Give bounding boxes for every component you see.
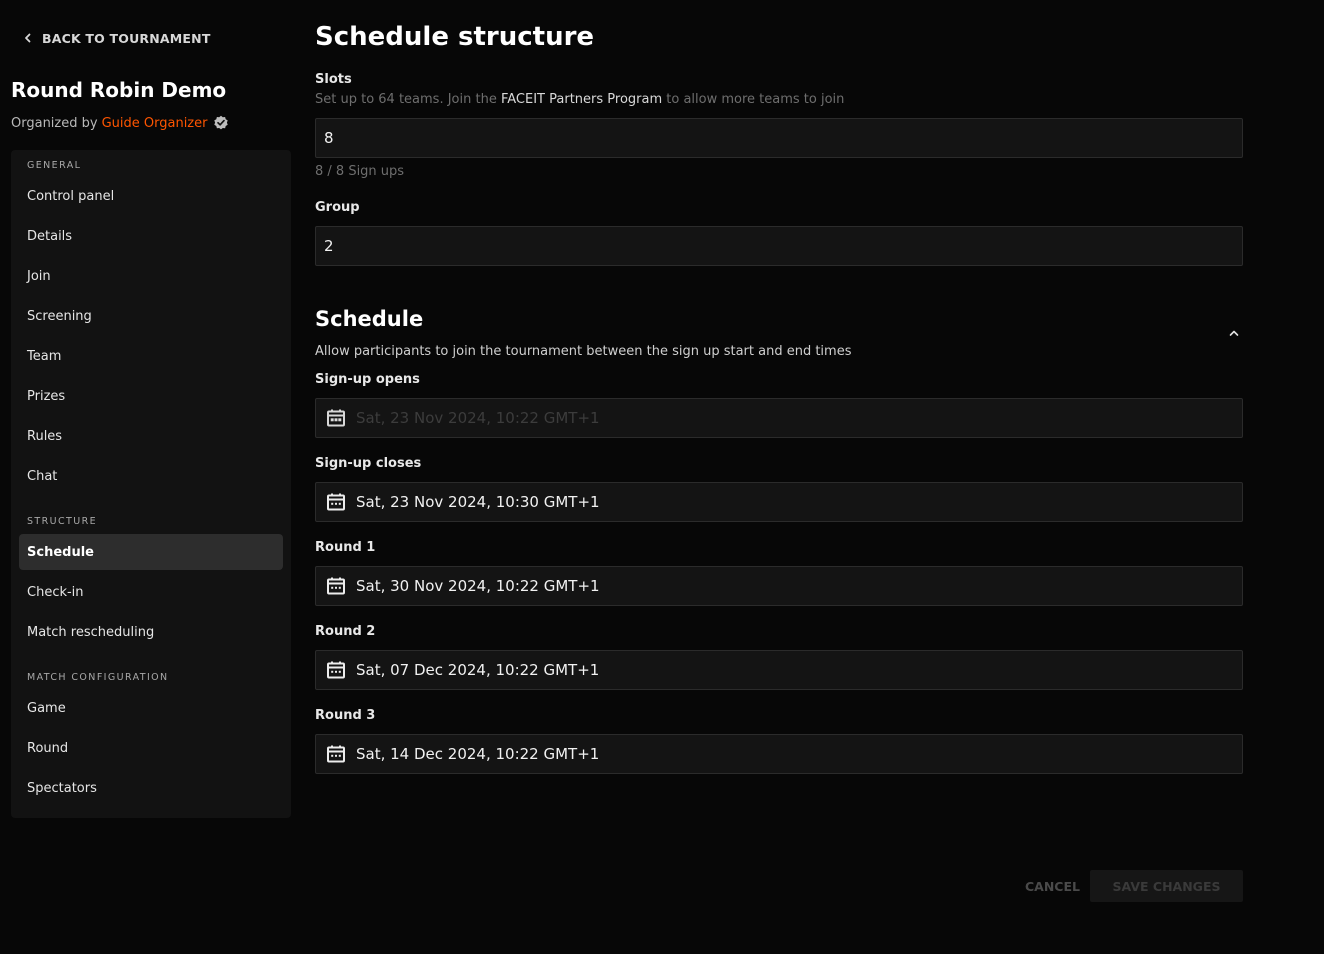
round-2-value: Sat, 07 Dec 2024, 10:22 GMT+1 bbox=[356, 661, 600, 679]
round-1-field[interactable]: Sat, 30 Nov 2024, 10:22 GMT+1 bbox=[315, 566, 1243, 606]
round-3-label: Round 3 bbox=[315, 708, 376, 723]
sidebar-item-rules[interactable]: Rules bbox=[19, 418, 283, 454]
back-link-label: BACK TO TOURNAMENT bbox=[42, 30, 211, 46]
schedule-description: Allow participants to join the tournamen… bbox=[315, 344, 852, 359]
sidebar-item-join[interactable]: Join bbox=[19, 258, 283, 294]
sidebar-item-match-rescheduling[interactable]: Match rescheduling bbox=[19, 614, 283, 650]
organized-by-label: Organized by bbox=[11, 115, 98, 131]
signup-closes-field[interactable]: Sat, 23 Nov 2024, 10:30 GMT+1 bbox=[315, 482, 1243, 522]
group-input[interactable] bbox=[324, 227, 1242, 265]
slots-field bbox=[315, 118, 1243, 158]
calendar-icon bbox=[327, 577, 345, 595]
nav-group-general: GENERAL bbox=[27, 160, 82, 171]
sidebar-nav: GENERAL Control panel Details Join Scree… bbox=[11, 150, 291, 818]
organizer-name-link[interactable]: Guide Organizer bbox=[102, 116, 208, 131]
slots-input[interactable] bbox=[324, 119, 1242, 157]
schedule-collapse-button[interactable] bbox=[1225, 324, 1243, 342]
sidebar-item-round[interactable]: Round bbox=[19, 730, 283, 766]
slots-hint: Set up to 64 teams. Join the FACEIT Part… bbox=[315, 92, 844, 107]
signup-closes-value: Sat, 23 Nov 2024, 10:30 GMT+1 bbox=[356, 493, 600, 511]
slots-hint-text-after: to allow more teams to join bbox=[666, 92, 845, 107]
round-3-value: Sat, 14 Dec 2024, 10:22 GMT+1 bbox=[356, 745, 600, 763]
signup-opens-field: Sat, 23 Nov 2024, 10:22 GMT+1 bbox=[315, 398, 1243, 438]
calendar-icon bbox=[327, 661, 345, 679]
group-field bbox=[315, 226, 1243, 266]
main-content: Schedule structure Slots Set up to 64 te… bbox=[315, 0, 1243, 954]
verified-badge-icon bbox=[214, 115, 229, 130]
sidebar-item-chat[interactable]: Chat bbox=[19, 458, 283, 494]
organizer-line: Organized by Guide Organizer bbox=[11, 115, 229, 131]
page-title: Schedule structure bbox=[315, 22, 595, 52]
round-3-field[interactable]: Sat, 14 Dec 2024, 10:22 GMT+1 bbox=[315, 734, 1243, 774]
sidebar-item-schedule[interactable]: Schedule bbox=[19, 534, 283, 570]
round-2-field[interactable]: Sat, 07 Dec 2024, 10:22 GMT+1 bbox=[315, 650, 1243, 690]
chevron-up-icon bbox=[1229, 330, 1239, 336]
partners-program-link[interactable]: FACEIT Partners Program bbox=[501, 92, 662, 107]
calendar-icon bbox=[327, 493, 345, 511]
nav-group-structure: STRUCTURE bbox=[27, 516, 97, 527]
round-2-label: Round 2 bbox=[315, 624, 376, 639]
round-1-value: Sat, 30 Nov 2024, 10:22 GMT+1 bbox=[356, 577, 600, 595]
calendar-icon bbox=[327, 409, 345, 427]
sidebar-item-team[interactable]: Team bbox=[19, 338, 283, 374]
chevron-left-icon bbox=[25, 33, 31, 43]
signups-count: 8 / 8 Sign ups bbox=[315, 164, 405, 179]
signup-opens-label: Sign-up opens bbox=[315, 372, 420, 387]
signup-opens-value: Sat, 23 Nov 2024, 10:22 GMT+1 bbox=[356, 409, 600, 427]
nav-group-match-configuration: MATCH CONFIGURATION bbox=[27, 672, 169, 683]
tournament-title: Round Robin Demo bbox=[11, 78, 227, 102]
sidebar-item-check-in[interactable]: Check-in bbox=[19, 574, 283, 610]
cancel-button[interactable]: CANCEL bbox=[1015, 870, 1090, 902]
sidebar-item-prizes[interactable]: Prizes bbox=[19, 378, 283, 414]
round-1-label: Round 1 bbox=[315, 540, 376, 555]
sidebar-item-game[interactable]: Game bbox=[19, 690, 283, 726]
slots-hint-text-before: Set up to 64 teams. Join the bbox=[315, 92, 497, 107]
slots-label: Slots bbox=[315, 72, 352, 87]
sidebar-item-details[interactable]: Details bbox=[19, 218, 283, 254]
back-to-tournament-link[interactable]: BACK TO TOURNAMENT bbox=[22, 29, 211, 47]
save-changes-button[interactable]: SAVE CHANGES bbox=[1090, 870, 1243, 902]
sidebar-item-spectators[interactable]: Spectators bbox=[19, 770, 283, 806]
signup-closes-label: Sign-up closes bbox=[315, 456, 422, 471]
sidebar-item-screening[interactable]: Screening bbox=[19, 298, 283, 334]
calendar-icon bbox=[327, 745, 345, 763]
schedule-section-title: Schedule bbox=[315, 307, 424, 331]
group-label: Group bbox=[315, 200, 360, 215]
sidebar-item-control-panel[interactable]: Control panel bbox=[19, 178, 283, 214]
